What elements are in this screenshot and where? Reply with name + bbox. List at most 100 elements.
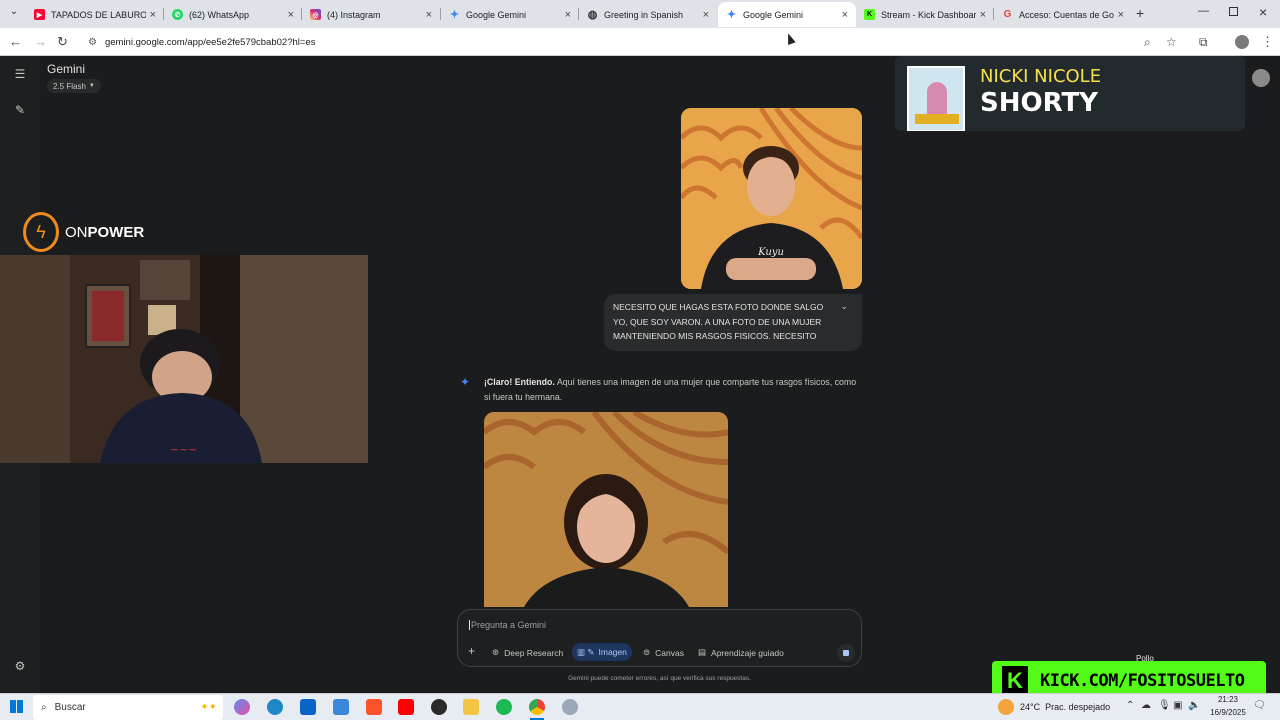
- close-icon[interactable]: ×: [980, 9, 986, 21]
- shirt-text: Kuyu: [757, 247, 784, 258]
- stop-button[interactable]: [837, 644, 855, 662]
- new-tab-button[interactable]: +: [1136, 5, 1144, 21]
- file-explorer-icon[interactable]: [463, 699, 479, 715]
- close-window-button[interactable]: ×: [1259, 4, 1267, 20]
- instagram-icon: ◎: [310, 9, 321, 20]
- expand-chevron-icon[interactable]: ⌄: [840, 301, 848, 312]
- tool-image[interactable]: ▥ ✎ Imagen: [572, 643, 632, 661]
- new-chat-icon[interactable]: ✎: [12, 103, 28, 119]
- brand-power: POWER: [87, 223, 145, 241]
- youtube-app-icon[interactable]: [398, 699, 414, 715]
- canvas-icon: ⊜: [643, 647, 651, 657]
- deep-research-label: Deep Research: [504, 647, 564, 658]
- microphone-icon[interactable]: 🎙: [1158, 700, 1171, 711]
- hamburger-menu-icon[interactable]: ☰: [12, 67, 28, 83]
- chevron-down-icon: ▼: [88, 83, 95, 89]
- image-tool-icon: ▥ ✎: [577, 646, 595, 657]
- edge-icon[interactable]: [267, 699, 283, 715]
- outlook-icon[interactable]: [300, 699, 316, 715]
- now-playing-widget: NICKI NICOLE SHORTY: [895, 56, 1245, 131]
- tab-title: TAPADOS DE LABURO: [51, 9, 146, 20]
- add-attachment-button[interactable]: +: [468, 644, 475, 658]
- close-icon[interactable]: ×: [426, 9, 432, 21]
- tool-canvas[interactable]: ⊜ Canvas: [643, 647, 684, 658]
- canvas-label: Canvas: [655, 647, 684, 658]
- brand-on: ON: [65, 223, 88, 241]
- song-title: SHORTY: [980, 88, 1099, 118]
- response-bold: ¡Claro! Entiendo.: [484, 377, 555, 387]
- brave-icon[interactable]: [366, 699, 382, 715]
- photo-man: Kuyu: [681, 108, 862, 289]
- notification-icon[interactable]: 🗨: [1253, 700, 1266, 711]
- tab-greeting[interactable]: ◍ Greeting in Spanish ×: [579, 2, 717, 27]
- kick-icon: K: [864, 9, 875, 20]
- network-icon[interactable]: ▣: [1173, 700, 1182, 711]
- user-uploaded-photo[interactable]: Kuyu: [681, 108, 862, 289]
- youtube-icon: ▶: [34, 9, 45, 20]
- tab-search-button[interactable]: ⌄: [6, 6, 22, 22]
- tab-youtube[interactable]: ▶ TAPADOS DE LABURO ×: [26, 2, 164, 27]
- tab-gemini-1[interactable]: ✦ Google Gemini ×: [441, 2, 579, 27]
- back-button[interactable]: ←: [9, 34, 22, 50]
- response-text: ¡Claro! Entiendo. Aquí tienes una imagen…: [484, 375, 864, 405]
- site-info-icon[interactable]: ⚙: [88, 37, 97, 48]
- tab-google-accounts[interactable]: G Acceso: Cuentas de Google ×: [994, 2, 1132, 27]
- close-icon[interactable]: ×: [842, 9, 848, 21]
- clock-time[interactable]: 21:23: [1206, 695, 1250, 704]
- bookmark-star-icon[interactable]: ☆: [1166, 34, 1177, 50]
- google-icon: G: [1003, 9, 1012, 20]
- tab-kick[interactable]: K Stream - Kick Dashboard ×: [856, 2, 994, 27]
- tab-title: Google Gemini: [466, 9, 527, 20]
- app-title: Gemini: [47, 62, 86, 76]
- model-selector[interactable]: 2.5 Flash ▼: [47, 79, 101, 93]
- restore-button[interactable]: [1229, 7, 1238, 16]
- tool-deep-research[interactable]: ⊛ Deep Research: [492, 647, 563, 658]
- chrome-icon[interactable]: [529, 699, 545, 715]
- obs-icon[interactable]: [431, 699, 447, 715]
- minimize-button[interactable]: —: [1198, 5, 1209, 17]
- volume-icon[interactable]: 🔈: [1188, 700, 1200, 711]
- spotify-icon[interactable]: [496, 699, 512, 715]
- weather-icon: [998, 699, 1014, 715]
- close-icon[interactable]: ×: [565, 9, 571, 21]
- zoom-icon[interactable]: ⌕: [1144, 34, 1151, 50]
- profile-avatar-app[interactable]: [1252, 69, 1270, 87]
- forward-button[interactable]: →: [34, 34, 47, 50]
- guided-learning-label: Aprendizaje guiado: [711, 647, 784, 658]
- profile-avatar[interactable]: [1235, 35, 1249, 49]
- settings-icon[interactable]: ⚙: [12, 659, 28, 675]
- tool-guided-learning[interactable]: ▤ Aprendizaje guiado: [698, 647, 784, 658]
- tab-title: Google Gemini: [743, 9, 804, 20]
- tab-instagram[interactable]: ◎ (4) Instagram ×: [302, 2, 440, 27]
- cloud-icon[interactable]: ☁: [1141, 700, 1151, 711]
- image-tool-label: Imagen: [598, 647, 627, 657]
- gemini-icon: ✦: [449, 9, 460, 21]
- windows-taskbar: ⌕ Buscar ✦✦ 24°C Prac. despejado ⌃ ☁ 🎙 ▣ …: [0, 693, 1280, 720]
- clock-date[interactable]: 16/9/2025: [1206, 708, 1250, 717]
- extensions-icon[interactable]: ⧉: [1199, 34, 1208, 50]
- tab-strip: ⌄ ▶ TAPADOS DE LABURO × ✆ (62) WhatsApp …: [0, 0, 1280, 28]
- webcam-scene: ~~~: [0, 255, 368, 463]
- reload-button[interactable]: ↻: [57, 34, 68, 50]
- copilot-icon[interactable]: [234, 699, 250, 715]
- tab-whatsapp[interactable]: ✆ (62) WhatsApp ×: [164, 2, 302, 27]
- menu-icon[interactable]: ⋮: [1261, 34, 1274, 50]
- app-icon[interactable]: [562, 699, 578, 715]
- browser-toolbar: ← → ↻ ⚙ gemini.google.com/app/ee5e2fe579…: [0, 28, 1280, 56]
- address-bar[interactable]: ⚙ gemini.google.com/app/ee5e2fe579cbab02…: [80, 31, 1190, 53]
- tab-gemini-active[interactable]: ✦ Google Gemini ×: [718, 2, 856, 27]
- close-icon[interactable]: ×: [1118, 9, 1124, 21]
- prompt-input[interactable]: Pregunta a Gemini: [469, 620, 546, 630]
- generated-image[interactable]: [484, 412, 728, 607]
- weather-text[interactable]: 24°C Prac. despejado: [1020, 702, 1110, 712]
- album-art-banner: [915, 114, 959, 124]
- close-icon[interactable]: ×: [703, 9, 709, 21]
- taskbar-search[interactable]: ⌕ Buscar ✦✦: [33, 695, 223, 720]
- windows-start-icon[interactable]: [10, 700, 23, 713]
- tray-chevron-icon[interactable]: ⌃: [1126, 700, 1134, 711]
- store-icon[interactable]: [333, 699, 349, 715]
- close-icon[interactable]: ×: [150, 9, 156, 21]
- disclaimer: Gemini puede cometer errores, así que ve…: [568, 675, 751, 682]
- prompt-box[interactable]: Pregunta a Gemini + ⊛ Deep Research ▥ ✎ Im…: [457, 609, 862, 667]
- close-icon[interactable]: ×: [288, 9, 294, 21]
